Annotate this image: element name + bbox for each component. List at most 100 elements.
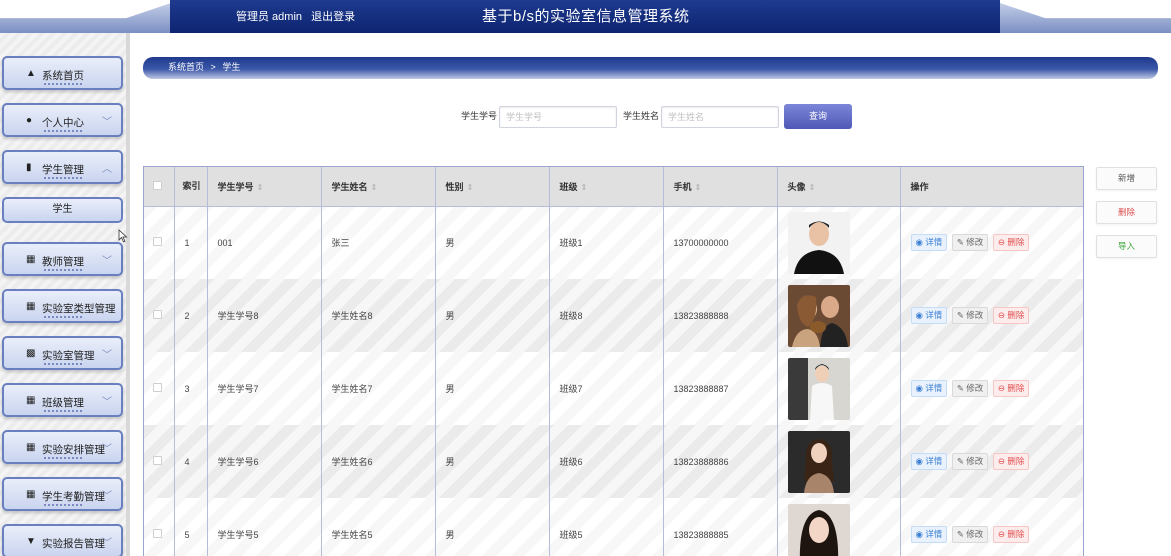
view-button[interactable]: ◉ 详情	[910, 380, 948, 397]
sort-icon: ⇕	[580, 182, 588, 192]
search-button[interactable]: 查询	[784, 104, 852, 129]
cell-gender: 男	[435, 206, 550, 279]
sidebar-item-labs[interactable]: ▩ 实验室管理 ﹀	[2, 336, 123, 370]
student-name-input[interactable]: 学生姓名	[661, 106, 779, 128]
sidebar-item-home[interactable]: ▲ 系统首页	[2, 56, 123, 90]
avatar[interactable]	[787, 284, 850, 347]
cell-gender: 男	[435, 425, 550, 498]
cell-name: 学生姓名8	[321, 279, 436, 352]
avatar[interactable]	[787, 430, 850, 493]
view-button[interactable]: ◉ 详情	[910, 453, 948, 470]
sidebar-scrollbar[interactable]	[126, 33, 130, 556]
row-checkbox[interactable]	[153, 456, 162, 465]
edit-label: 修改	[966, 383, 984, 393]
avatar[interactable]	[787, 211, 850, 274]
cell-avatar	[777, 206, 901, 279]
sidebar-item-schedule[interactable]: ▦ 实验安排管理 ﹀	[2, 430, 123, 464]
student-id-input[interactable]: 学生学号	[499, 106, 617, 128]
view-button[interactable]: ◉ 详情	[910, 234, 948, 252]
sidebar-subitem-student[interactable]: 学生	[2, 197, 123, 223]
view-label: 详情	[925, 529, 943, 539]
row-checkbox[interactable]	[153, 529, 162, 538]
row-checkbox-cell	[144, 498, 175, 556]
cell-phone: 13823888885	[663, 498, 778, 556]
cell-actions: ◉ 详情 ✎ 修改 ⊖ 删除	[900, 279, 1083, 352]
delete-label: 删除	[1007, 529, 1025, 539]
col-header-gender[interactable]: 性别 ⇕	[435, 167, 550, 207]
cell-student-id: 学生学号5	[207, 498, 322, 556]
delete-label: 删除	[1007, 383, 1025, 393]
edit-button[interactable]: ✎ 修改	[951, 307, 989, 324]
row-checkbox[interactable]	[153, 310, 162, 319]
cell-phone: 13700000000	[663, 206, 778, 279]
view-button[interactable]: ◉ 详情	[910, 307, 948, 324]
menu-dots-decoration	[44, 410, 82, 412]
view-label: 详情	[925, 237, 943, 248]
row-checkbox[interactable]	[153, 237, 162, 247]
header-wing-right	[991, 0, 1171, 33]
delete-button[interactable]: ⊖ 删除	[992, 380, 1030, 397]
top-header: 管理员 admin 退出登录 基于b/s的实验室信息管理系统	[0, 0, 1171, 33]
chevron-down-icon: ﹀	[102, 491, 112, 502]
row-checkbox[interactable]	[153, 383, 162, 392]
table-header-row: 索引 学生学号 ⇕ 学生姓名 ⇕ 性别 ⇕ 班级 ⇕ 手机 ⇕ 头像 ⇕ 操作	[144, 167, 1083, 207]
delete-button[interactable]: ⊖ 删除	[992, 526, 1030, 543]
add-button[interactable]: 新增	[1096, 167, 1157, 190]
edit-button[interactable]: ✎ 修改	[951, 380, 989, 397]
chevron-down-icon: ﹀	[102, 538, 112, 549]
chevron-down-icon: ﹀	[102, 397, 112, 408]
logout-link[interactable]: 退出登录	[311, 11, 355, 23]
student-id-label: 学生学号	[461, 111, 498, 121]
sidebar-item-attendance[interactable]: ▦ 学生考勤管理 ﹀	[2, 477, 123, 511]
user-icon: ●	[26, 115, 33, 126]
sidebar-item-label: 学生管理	[42, 164, 84, 176]
view-button[interactable]: ◉ 详情	[910, 526, 948, 543]
col-header-avatar[interactable]: 头像 ⇕	[777, 167, 901, 207]
delete-label: 删除	[1007, 456, 1025, 466]
view-label: 详情	[925, 383, 943, 393]
sidebar-item-label: 个人中心	[42, 117, 84, 129]
col-header-label: 班级	[559, 181, 578, 192]
edit-button[interactable]: ✎ 修改	[951, 526, 989, 543]
view-label: 详情	[925, 310, 943, 320]
cell-index: 2	[174, 279, 208, 352]
edit-label: 修改	[966, 529, 984, 539]
batch-delete-button[interactable]: 删除	[1096, 201, 1157, 224]
table-row: 3 学生学号7 学生姓名7 男 班级7 13823888887 ◉ 详情 ✎ 修…	[144, 352, 1083, 425]
delete-button[interactable]: ⊖ 删除	[992, 234, 1030, 252]
col-header-student-id[interactable]: 学生学号 ⇕	[207, 167, 322, 207]
edit-button[interactable]: ✎ 修改	[951, 453, 989, 470]
sidebar-item-label: 实验安排管理	[42, 444, 105, 456]
col-header-index: 索引	[174, 167, 208, 207]
col-header-label: 头像	[787, 181, 806, 192]
import-button[interactable]: 导入	[1096, 235, 1157, 258]
app-title: 基于b/s的实验室信息管理系统	[482, 8, 690, 25]
chevron-down-icon: ﹀	[102, 444, 112, 455]
col-header-phone[interactable]: 手机 ⇕	[663, 167, 778, 207]
avatar[interactable]	[787, 357, 850, 420]
col-header-class[interactable]: 班级 ⇕	[549, 167, 664, 207]
sidebar-item-teachers[interactable]: ▦ 教师管理 ﹀	[2, 242, 123, 276]
cell-name: 学生姓名7	[321, 352, 436, 425]
sidebar-item-students[interactable]: ▮ 学生管理 ︿	[2, 150, 123, 184]
sidebar-item-reports[interactable]: ▼ 实验报告管理 ﹀	[2, 524, 123, 556]
select-all-checkbox[interactable]	[153, 180, 162, 190]
delete-button[interactable]: ⊖ 删除	[992, 307, 1030, 324]
table-row: 5 学生学号5 学生姓名5 男 班级5 13823888885 ◉ 详情 ✎ 修…	[144, 498, 1083, 556]
col-header-name[interactable]: 学生姓名 ⇕	[321, 167, 436, 207]
chevron-down-icon: ﹀	[102, 256, 112, 267]
sort-icon: ⇕	[370, 182, 378, 192]
menu-dots-decoration	[44, 316, 82, 318]
edit-button[interactable]: ✎ 修改	[951, 234, 989, 252]
cell-gender: 男	[435, 279, 550, 352]
sidebar-item-lab-types[interactable]: ▦ 实验室类型管理	[2, 289, 123, 323]
sidebar-item-profile[interactable]: ● 个人中心 ﹀	[2, 103, 123, 137]
sidebar-item-classes[interactable]: ▦ 班级管理 ﹀	[2, 383, 123, 417]
sidebar-item-label: 教师管理	[42, 256, 84, 268]
cell-class: 班级7	[549, 352, 664, 425]
delete-label: 删除	[1007, 237, 1025, 248]
breadcrumb-home[interactable]: 系统首页	[168, 62, 204, 72]
delete-button[interactable]: ⊖ 删除	[992, 453, 1030, 470]
breadcrumb-separator: >	[210, 62, 216, 72]
avatar[interactable]	[787, 503, 850, 556]
